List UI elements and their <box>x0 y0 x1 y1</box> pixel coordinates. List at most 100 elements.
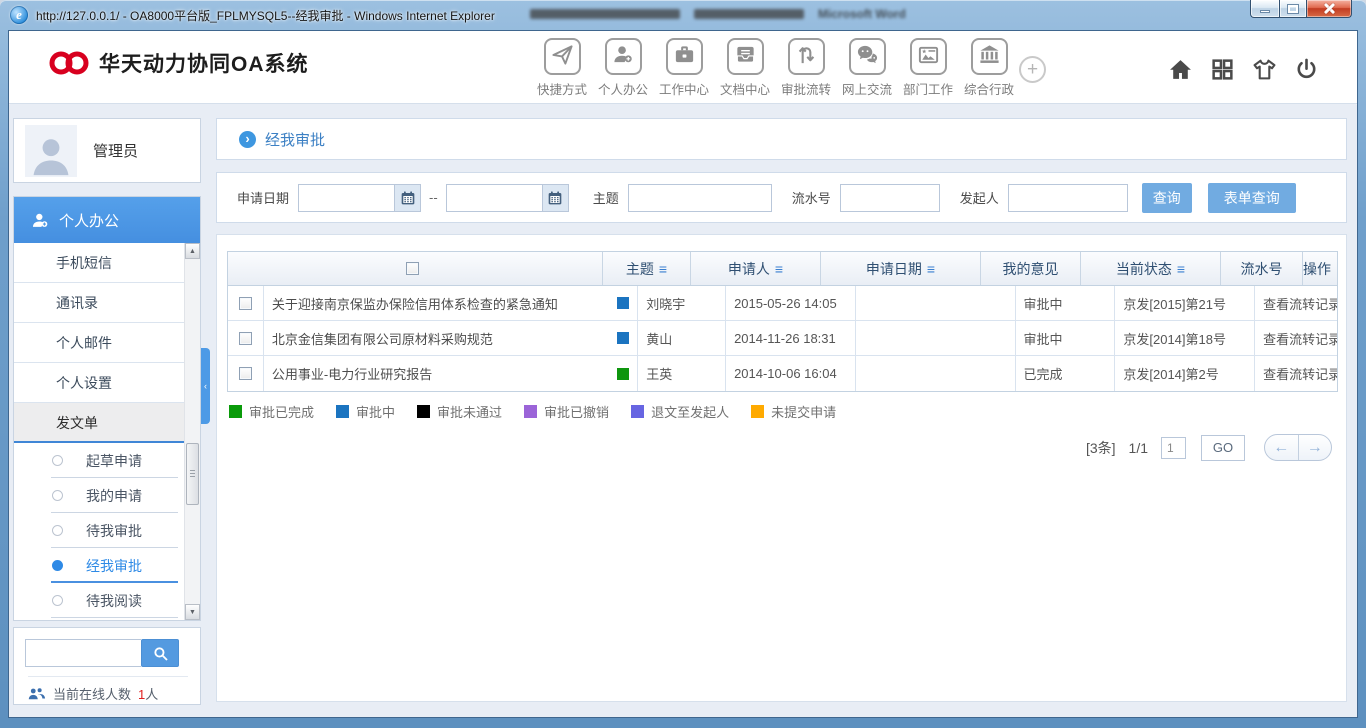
top-nav-item[interactable]: 快捷方式 <box>533 38 591 98</box>
top-nav-item[interactable]: 个人办公 <box>594 38 652 98</box>
row-checkbox[interactable] <box>239 332 252 345</box>
maximize-button[interactable] <box>1279 0 1307 18</box>
table-row[interactable]: 北京金信集团有限公司原材料采购规范 黄山 2014-11-26 18:31 审批… <box>228 321 1337 356</box>
main-content: › 经我审批 申请日期 <box>216 105 1347 717</box>
sidebar-menu: 个人办公 手机短信 通讯录 个人邮件 <box>13 196 201 621</box>
top-nav-item[interactable]: 工作中心 <box>655 38 713 98</box>
go-button[interactable]: GO <box>1201 435 1245 461</box>
page-number-input[interactable] <box>1161 437 1186 459</box>
scroll-up-arrow-icon[interactable]: ▲ <box>185 243 200 259</box>
view-flow-record-link[interactable]: 查看流转记录 <box>1263 294 1337 313</box>
select-all-checkbox[interactable] <box>406 262 419 275</box>
legend-item: 审批已完成 <box>229 402 314 421</box>
sort-icon[interactable]: ≡ <box>927 261 935 277</box>
legend-item: 审批未通过 <box>417 402 502 421</box>
row-checkbox[interactable] <box>239 367 252 380</box>
sidebar: 管理员 个人办公 <box>13 105 201 717</box>
sidebar-section-personal-office[interactable]: 个人办公 <box>14 197 200 243</box>
date-to-calendar-button[interactable] <box>542 184 569 212</box>
sort-icon[interactable]: ≡ <box>775 261 783 277</box>
row-opinion <box>856 356 1016 391</box>
column-label: 我的意见 <box>1003 259 1059 279</box>
table-row[interactable]: 关于迎接南京保监办保险信用体系检查的紧急通知 刘晓宇 2015-05-26 14… <box>228 286 1337 321</box>
power-icon[interactable] <box>1294 57 1319 82</box>
title-bar[interactable]: e http://127.0.0.1/ - OA8000平台版_FPLMYSQL… <box>0 0 1366 30</box>
prev-page-button[interactable]: ← <box>1265 435 1299 460</box>
table-header-cell[interactable]: 操作 <box>1303 252 1331 285</box>
sidebar-menu-item[interactable]: 发文单 <box>14 403 184 443</box>
sidebar-submenu-item[interactable]: 我的申请 <box>14 478 184 513</box>
table-header-cell[interactable]: 当前状态 ≡ <box>1081 252 1221 285</box>
date-from-calendar-button[interactable] <box>394 184 421 212</box>
top-nav-item[interactable]: 审批流转 <box>777 38 835 98</box>
app-header: 华天动力协同OA系统 快捷方式 个人办公 工作中心 文档中心 <box>9 31 1357 104</box>
view-flow-record-link[interactable]: 查看流转记录 <box>1263 329 1337 348</box>
view-flow-record-link[interactable]: 查看流转记录 <box>1263 364 1337 383</box>
row-status-marker-icon <box>617 368 629 380</box>
sidebar-menu-item[interactable]: 个人邮件 <box>14 323 184 363</box>
sidebar-scrollbar[interactable]: ▲ ▼ <box>184 243 200 620</box>
top-nav-item[interactable]: 文档中心 <box>716 38 774 98</box>
serial-input[interactable] <box>840 184 940 212</box>
top-nav-item[interactable]: 部门工作 <box>899 38 957 98</box>
form-query-button[interactable]: 表单查询 <box>1208 183 1296 213</box>
row-subject-link[interactable]: 公用事业-电力行业研究报告 <box>272 364 611 383</box>
top-nav-label: 个人办公 <box>598 79 648 98</box>
initiator-input[interactable] <box>1008 184 1128 212</box>
date-from-input[interactable] <box>298 184 394 212</box>
date-to-input[interactable] <box>446 184 542 212</box>
sidebar-submenu-item[interactable]: 待我阅读 <box>14 583 184 618</box>
sidebar-collapse-handle[interactable]: ‹ <box>201 348 210 424</box>
row-checkbox[interactable] <box>239 297 252 310</box>
apps-grid-icon[interactable] <box>1210 57 1235 82</box>
person-badge-icon <box>31 211 50 230</box>
theme-shirt-icon[interactable] <box>1252 57 1277 82</box>
sidebar-menu-item[interactable]: 个人设置 <box>14 363 184 403</box>
table-header-cell[interactable]: 主题 ≡ <box>603 252 691 285</box>
scroll-down-arrow-icon[interactable]: ▼ <box>185 604 200 620</box>
add-shortcut-button[interactable]: + <box>1019 56 1046 83</box>
close-button[interactable] <box>1307 0 1352 18</box>
row-status-marker-icon <box>617 297 629 309</box>
scrollbar-thumb[interactable] <box>186 443 199 505</box>
app-body: 管理员 个人办公 <box>9 105 1357 717</box>
subject-input[interactable] <box>628 184 772 212</box>
legend-color-swatch <box>631 405 644 418</box>
row-serial: 京发[2014]第2号 <box>1115 356 1255 391</box>
sidebar-search-panel: 当前在线人数 1人 <box>13 627 201 705</box>
sidebar-submenu-item[interactable]: 起草申请 <box>14 443 184 478</box>
row-subject-link[interactable]: 关于迎接南京保监办保险信用体系检查的紧急通知 <box>272 294 611 313</box>
ie-window: e http://127.0.0.1/ - OA8000平台版_FPLMYSQL… <box>0 0 1366 728</box>
row-subject-link[interactable]: 北京金信集团有限公司原材料采购规范 <box>272 329 611 348</box>
sort-icon[interactable]: ≡ <box>659 261 667 277</box>
sidebar-menu-item[interactable]: 通讯录 <box>14 283 184 323</box>
row-opinion <box>856 286 1016 320</box>
table-header-cell[interactable]: 申请人 ≡ <box>691 252 821 285</box>
table-header-cell[interactable] <box>228 252 603 285</box>
table-header-cell[interactable]: 申请日期 ≡ <box>821 252 981 285</box>
table-header-cell[interactable]: 流水号 <box>1221 252 1303 285</box>
query-button[interactable]: 查询 <box>1142 183 1192 213</box>
sidebar-section-label: 个人办公 <box>59 210 119 231</box>
sidebar-search-input[interactable] <box>25 639 141 667</box>
app-logo[interactable]: 华天动力协同OA系统 <box>47 48 309 78</box>
table-header-cell[interactable]: 我的意见 <box>981 252 1081 285</box>
top-nav-item[interactable]: 网上交流 <box>838 38 896 98</box>
status-legend: 审批已完成 审批中 审批未通过 审批已撤销 <box>229 402 1346 421</box>
sort-icon[interactable]: ≡ <box>1177 261 1185 277</box>
table-row[interactable]: 公用事业-电力行业研究报告 王英 2014-10-06 16:04 已完成 京发… <box>228 356 1337 391</box>
avatar <box>25 125 77 177</box>
sidebar-menu-item[interactable]: 手机短信 <box>14 243 184 283</box>
next-page-button[interactable]: → <box>1299 435 1332 460</box>
legend-color-swatch <box>336 405 349 418</box>
top-nav-item[interactable]: 综合行政 <box>960 38 1018 98</box>
sidebar-search-button[interactable] <box>141 639 179 667</box>
sidebar-submenu-item[interactable]: 待我审批 <box>14 513 184 548</box>
home-icon[interactable] <box>1168 57 1193 82</box>
results-panel: 主题 ≡ 申请人 ≡ 申请日期 ≡ <box>216 234 1347 702</box>
radio-bullet-icon <box>52 455 63 466</box>
minimize-button[interactable] <box>1250 0 1279 18</box>
pagination: [3条] 1/1 GO ← → <box>217 434 1332 461</box>
sidebar-submenu-item[interactable]: 经我审批 <box>14 548 184 583</box>
search-icon <box>152 645 169 662</box>
